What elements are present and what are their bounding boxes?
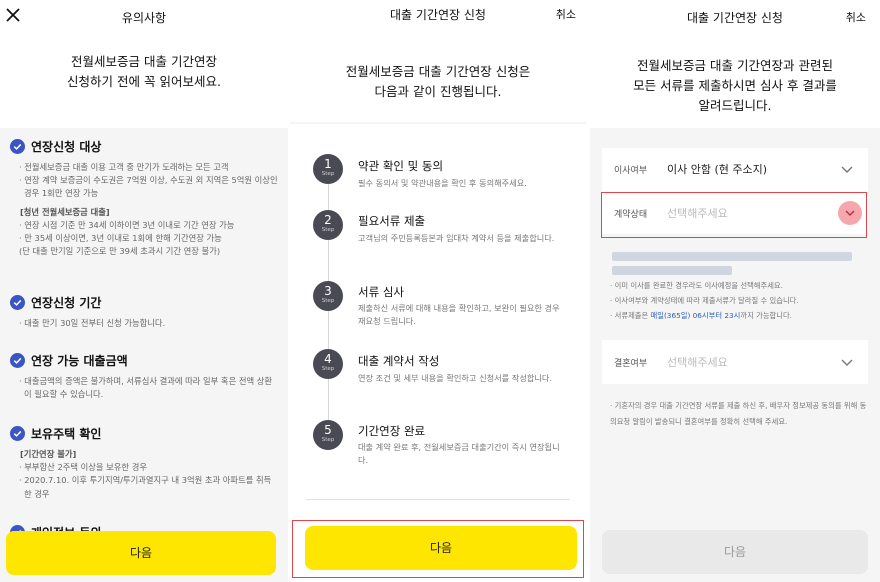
step-title: 필요서류 제출 xyxy=(358,214,426,228)
info-line: · 이미 이사를 완료한 경우라도 이사예정을 선택해주세요. xyxy=(610,281,783,290)
section-note: · 전월세보증금 대출 이용 고객 중 만기가 도래하는 모든 고객 xyxy=(19,162,229,172)
field-placeholder: 선택해주세요 xyxy=(667,207,728,220)
form-card: 결혼여부 선택해주세요 xyxy=(602,340,868,384)
field-value: 이사 안함 (현 주소지) xyxy=(667,163,768,176)
field-placeholder: 선택해주세요 xyxy=(667,356,728,369)
contract-status-select[interactable]: 계약상태 선택해주세요 xyxy=(602,194,868,232)
chevron-down-icon[interactable] xyxy=(840,355,854,369)
process-intro: 전월세보증금 대출 기간연장 신청은 다음과 같이 진행됩니다. xyxy=(345,64,531,99)
section-heading: 연장 가능 대출금액 xyxy=(31,354,128,368)
section-note: (단 대출 만기일 기준으로 만 39세 초과시 기간 연장 불가) xyxy=(19,246,221,257)
section-subheading: [기간연장 불가] xyxy=(20,449,77,459)
section-subheading: [청년 전월세보증금 대출] xyxy=(20,206,110,217)
section-amount: 연장 가능 대출금액 · 대출금액의 증액은 불가하며, 서류심사 결과에 따라… xyxy=(10,352,278,401)
info-line: · 서류제출은 매일(365일) 06시부터 23시까지 가능합니다. xyxy=(610,311,792,320)
step-description: 고객님의 주민등록등본과 임대차 계약서 등을 제출합니다. xyxy=(358,233,555,243)
section-heading: 연장신청 기간 xyxy=(31,296,102,310)
divider xyxy=(306,499,570,500)
section-housing: 보유주택 확인 [기간연장 불가] · 부부합산 2주택 이상을 보유한 경우 … xyxy=(10,425,278,501)
step-title: 약관 확인 및 동의 xyxy=(358,159,444,173)
next-button[interactable]: 다음 xyxy=(6,531,276,575)
field-label: 이사여부 xyxy=(614,165,648,176)
next-button[interactable]: 다음 xyxy=(305,526,577,570)
step-description: 제출하신 서류에 대해 내용을 확인하고, 보완이 필요한 경우 재요청 드립니… xyxy=(358,303,560,326)
check-circle-icon xyxy=(10,353,25,368)
section-note: · 연장 계약 보증금이 수도권은 7억원 이상, 수도권 외 지역은 5억원 … xyxy=(19,175,278,199)
section-heading: 연장신청 대상 xyxy=(31,140,102,154)
section-note: · 대출금액의 증액은 불가하며, 서류심사 결과에 따라 일부 혹은 전액 상… xyxy=(19,376,273,400)
section-heading: 보유주택 확인 xyxy=(31,427,102,441)
section-note: · 연장 시점 기준 만 34세 이하이면 3년 이내로 기간 연장 가능 xyxy=(19,219,235,230)
field-label: 결혼여부 xyxy=(614,358,648,369)
step-badge: 2 Step xyxy=(313,210,343,240)
check-circle-icon xyxy=(10,426,25,441)
chevron-down-icon xyxy=(845,210,855,217)
section-eligibility: 연장신청 대상 · 전월세보증금 대출 이용 고객 중 만기가 도래하는 모든 … xyxy=(10,138,278,258)
step-badge: 4 Step xyxy=(313,349,343,379)
marital-status-select[interactable]: 결혼여부 선택해주세요 xyxy=(602,343,868,381)
section-note: · 만 35세 이상이면, 3년 이내로 1회에 한해 기간연장 가능 xyxy=(19,233,222,244)
form-card: 이사여부 이사 안함 (현 주소지) 계약상태 선택해주세요 xyxy=(602,148,868,234)
notice-panel: 유의사항 전월세보증금 대출 기간연장 신청하기 전에 꼭 읽어보세요. 연장신… xyxy=(0,0,288,582)
step-badge: 1 Step xyxy=(313,154,343,184)
step-description: 연장 조건 및 세부 내용을 확인하고 신청서를 작성합니다. xyxy=(358,373,553,383)
section-period: 연장신청 기간 · 대출 만기 30일 전부터 신청 가능합니다. xyxy=(10,294,278,330)
marriage-note: · 기혼자의 경우 대출 기간연장 서류를 제출 하신 후, 배우자 정보제공 … xyxy=(610,401,867,426)
step-title: 대출 계약서 작성 xyxy=(358,354,440,368)
section-note: · 대출 만기 30일 전부터 신청 가능합니다. xyxy=(19,318,166,328)
application-panel: 대출 기간연장 신청 취소 전월세보증금 대출 기간연장과 관련된 모든 서류를… xyxy=(590,0,880,582)
page-title: 대출 기간연장 신청 xyxy=(687,11,783,25)
cancel-button[interactable]: 취소 xyxy=(556,6,576,22)
step-description: 필수 동의서 및 약관내용을 확인 후 동의해주세요. xyxy=(358,178,527,188)
application-header: 대출 기간연장 신청 취소 전월세보증금 대출 기간연장과 관련된 모든 서류를… xyxy=(590,0,880,128)
check-circle-icon xyxy=(10,295,25,310)
field-label: 계약상태 xyxy=(614,209,648,220)
step-description: 대출 계약 완료 후, 전월세보증금 대출기간이 즉시 연장됩니다. xyxy=(358,442,560,465)
info-line: · 이사여부와 계약상태에 따라 제출서류가 달라질 수 있습니다. xyxy=(610,296,799,305)
application-intro: 전월세보증금 대출 기간연장과 관련된 모든 서류를 제출하시면 심사 후 결과… xyxy=(633,58,837,113)
info-notes: · 이미 이사를 완료한 경우라도 이사예정을 선택해주세요. · 이사여부와 … xyxy=(610,278,870,323)
step-title: 기간연장 완료 xyxy=(358,424,426,438)
step-title: 서류 심사 xyxy=(358,285,404,299)
section-note: · 부부합산 2주택 이상을 보유한 경우 xyxy=(19,462,147,473)
page-title: 유의사항 xyxy=(121,11,167,25)
submit-hours: 매일(365일) 06시부터 23시 xyxy=(650,311,741,320)
process-header: 대출 기간연장 신청 취소 전월세보증금 대출 기간연장 신청은 다음과 같이 … xyxy=(290,0,586,122)
check-circle-icon xyxy=(10,139,25,154)
next-button[interactable]: 다음 xyxy=(602,530,868,574)
notice-header: 유의사항 전월세보증금 대출 기간연장 신청하기 전에 꼭 읽어보세요. xyxy=(0,0,288,128)
notice-intro: 전월세보증금 대출 기간연장 신청하기 전에 꼭 읽어보세요. xyxy=(67,54,221,89)
process-panel: 대출 기간연장 신청 취소 전월세보증금 대출 기간연장 신청은 다음과 같이 … xyxy=(290,0,586,582)
section-note: · 2020.7.10. 이후 투기지역/투기과열지구 내 3억원 초과 아파트… xyxy=(19,475,272,499)
step-badge: 5 Step xyxy=(313,420,343,450)
move-status-select[interactable]: 이사여부 이사 안함 (현 주소지) xyxy=(602,150,868,188)
page-title: 대출 기간연장 신청 xyxy=(390,8,486,22)
cancel-button[interactable]: 취소 xyxy=(846,9,866,25)
dropdown-toggle[interactable] xyxy=(838,201,862,225)
step-badge: 3 Step xyxy=(313,281,343,311)
chevron-down-icon[interactable] xyxy=(840,162,854,176)
